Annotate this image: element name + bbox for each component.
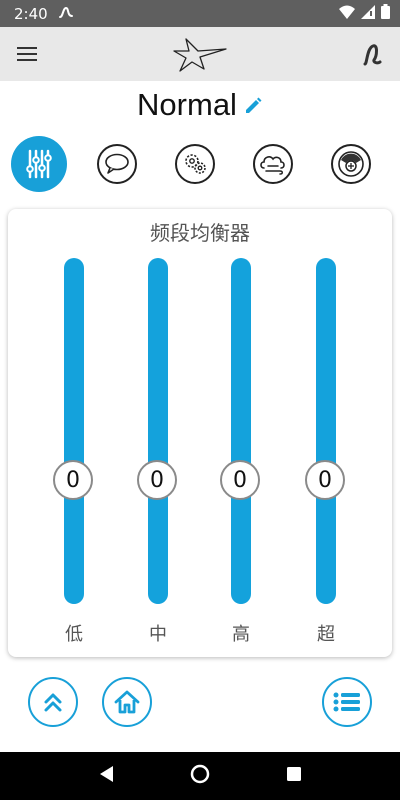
wifi-icon (339, 5, 355, 23)
home-nav-button[interactable] (190, 764, 210, 788)
slider-track[interactable] (148, 258, 168, 604)
band-label: 高 (232, 624, 250, 645)
signal-icon (361, 4, 375, 23)
list-icon (333, 692, 360, 712)
home-icon (114, 690, 140, 714)
hearing-aid-button[interactable] (358, 39, 388, 69)
home-button[interactable] (102, 677, 152, 727)
hamburger-icon (17, 47, 37, 61)
settings-mode-button[interactable] (167, 136, 223, 192)
back-button[interactable] (98, 765, 114, 787)
slider-thumb[interactable]: 0 (305, 460, 345, 500)
status-time: 2:40 (14, 4, 48, 23)
slider-thumb[interactable]: 0 (220, 460, 260, 500)
recents-button[interactable] (286, 766, 302, 786)
double-chevron-up-icon (44, 693, 62, 712)
hearing-aid-icon (363, 44, 382, 66)
equalizer-mode-button[interactable] (11, 136, 67, 192)
status-bar: 2:40 (0, 0, 400, 27)
band-slider-mid[interactable]: 0 中 (137, 258, 179, 658)
system-nav-bar (0, 752, 400, 800)
slider-track[interactable] (316, 258, 336, 604)
equalizer-title: 频段均衡器 (150, 221, 250, 245)
slider-track[interactable] (64, 258, 84, 604)
app-notification-icon (58, 5, 74, 23)
home-circle-icon (190, 764, 210, 784)
gears-icon (185, 154, 206, 174)
cloud-wind-icon (260, 156, 285, 175)
volume-mode-button[interactable] (323, 136, 379, 192)
speech-bubble-icon (105, 153, 129, 174)
program-name: Normal (137, 87, 237, 122)
band-label: 低 (65, 624, 83, 645)
mode-selector (0, 136, 400, 192)
menu-button[interactable] (10, 39, 44, 69)
list-button[interactable] (322, 677, 372, 727)
slider-thumb[interactable]: 0 (53, 460, 93, 500)
pencil-icon (245, 97, 262, 113)
wind-mode-button[interactable] (245, 136, 301, 192)
band-slider-low[interactable]: 0 低 (53, 258, 95, 658)
slider-track[interactable] (231, 258, 251, 604)
speech-mode-button[interactable] (89, 136, 145, 192)
band-slider-high[interactable]: 0 高 (220, 258, 262, 658)
program-title: Normal (0, 82, 400, 128)
brand-logo (168, 35, 230, 73)
equalizer-card: 频段均衡器 0 低 0 中 0 高 0 超 (8, 209, 392, 657)
band-slider-ultra[interactable]: 0 超 (305, 258, 347, 658)
expand-up-button[interactable] (28, 677, 78, 727)
band-label: 超 (317, 624, 335, 645)
slider-thumb[interactable]: 0 (137, 460, 177, 500)
back-triangle-icon (100, 766, 113, 782)
recents-square-icon (287, 767, 301, 781)
sliders-icon (26, 149, 52, 179)
edit-program-button[interactable] (243, 96, 263, 116)
volume-dial-icon (338, 151, 364, 177)
app-bar (0, 27, 400, 81)
band-label: 中 (149, 624, 167, 645)
battery-icon (381, 4, 390, 23)
